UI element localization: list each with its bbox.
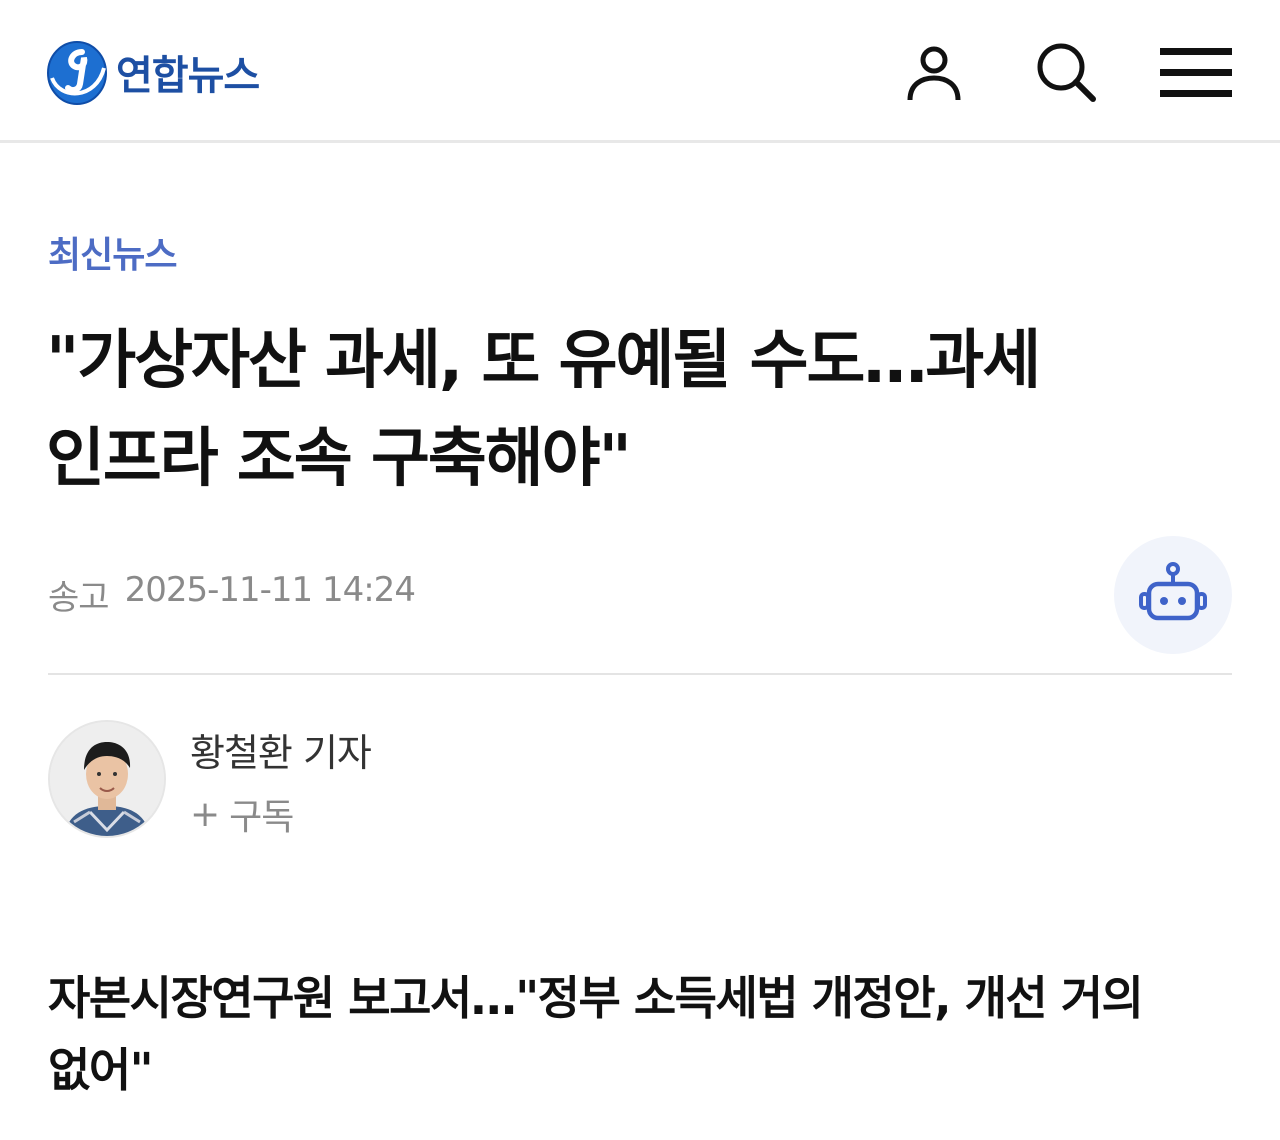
headline-line-2: 인프라 조속 구축해야" <box>46 422 632 496</box>
article-subheadline: 자본시장연구원 보고서…"정부 소득세법 개정안, 개선 거의 없어" <box>48 962 1238 1106</box>
brand-logo[interactable]: 연합뉴스 <box>46 36 260 108</box>
menu-button[interactable] <box>1160 36 1232 108</box>
sent-timestamp: 송고 2025-11-11 14:24 <box>48 570 416 619</box>
user-icon <box>907 46 961 101</box>
robot-icon <box>1139 562 1207 621</box>
subheadline-line-1: 자본시장연구원 보고서…"정부 소득세법 개정안, 개선 거의 <box>48 971 1144 1025</box>
search-button[interactable] <box>1030 36 1102 108</box>
top-header: 연합뉴스 <box>0 0 1280 143</box>
headline-line-1: "가상자산 과세, 또 유예될 수도…과세 <box>46 324 1041 398</box>
user-button[interactable] <box>898 36 970 108</box>
yonhap-logo-icon <box>47 41 107 105</box>
section-divider <box>48 673 1232 675</box>
sent-label: 송고 <box>48 578 110 618</box>
subheadline-line-2: 없어" <box>48 1043 154 1097</box>
subscribe-button[interactable]: + 구독 <box>190 788 294 840</box>
article-headline: "가상자산 과세, 또 유예될 수도…과세 인프라 조속 구축해야" <box>46 312 1236 508</box>
menu-icon <box>1160 48 1232 97</box>
search-icon <box>1037 43 1096 102</box>
reporter-avatar[interactable] <box>48 720 166 838</box>
plus-icon: + <box>190 793 220 835</box>
brand-name: 연합뉴스 <box>116 53 260 99</box>
ai-summary-button[interactable] <box>1114 536 1232 654</box>
sent-datetime: 2025-11-11 14:24 <box>124 570 416 610</box>
reporter-name[interactable]: 황철환 기자 <box>190 722 372 777</box>
subscribe-label: 구독 <box>229 797 294 838</box>
category-link[interactable]: 최신뉴스 <box>48 226 177 278</box>
reporter-photo <box>50 722 164 836</box>
